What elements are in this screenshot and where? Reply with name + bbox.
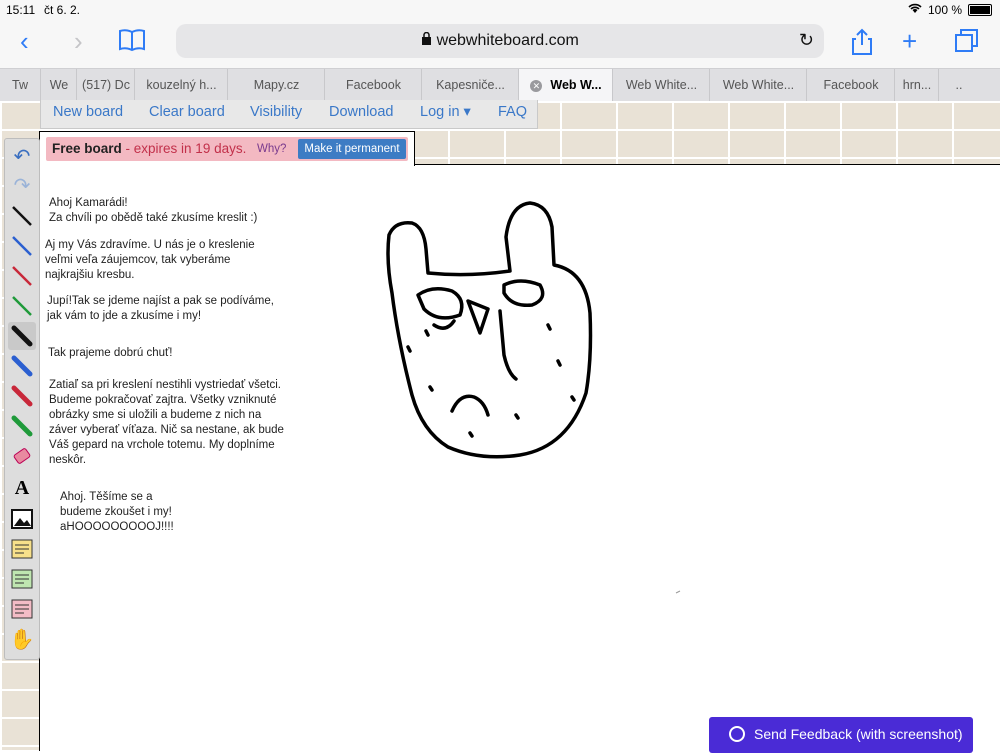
undo-icon[interactable]: ↶ [8,143,36,171]
feedback-icon [729,726,745,742]
expiry-text: - expires in 19 days. [121,141,247,156]
note-text[interactable]: Tak prajeme dobrú chuť! [48,346,173,361]
bookmarks-icon[interactable] [118,28,146,58]
tab-item[interactable]: Web White... [709,69,807,101]
tab-item[interactable]: Kapesniče... [421,69,519,101]
visibility-link[interactable]: Visibility [250,104,302,120]
tab-item[interactable]: kouzelný h... [134,69,228,101]
tab-item[interactable]: .. [938,69,979,101]
pink-sticky-note-icon[interactable] [8,595,36,623]
tab-strip: Tw We (517) Dc kouzelný h... Mapy.cz Fac… [0,68,1000,102]
green-marker-icon[interactable] [8,412,36,440]
wifi-icon [908,3,922,17]
faq-link[interactable]: FAQ [498,104,527,120]
download-link[interactable]: Download [329,104,394,120]
why-link[interactable]: Why? [257,143,286,155]
url-label: webwhiteboard.com [436,32,579,49]
forward-icon[interactable]: › [74,26,83,56]
status-bar: 15:11 čt 6. 2. 100 % [0,0,1000,20]
feedback-label: Send Feedback (with screenshot) [754,726,963,742]
green-sticky-note-icon[interactable] [8,565,36,593]
tab-item[interactable]: Mapy.cz [227,69,325,101]
address-bar[interactable]: webwhiteboard.com ↻ [176,24,824,58]
whiteboard-canvas[interactable]: Ahoj Kamarádi! Za chvíli po obědě také z… [39,164,1000,751]
green-pen-icon[interactable] [8,292,36,320]
board-menu: New board Clear board Visibility Downloa… [40,100,538,129]
tool-palette: ↶ ↷ A ✋ [4,138,40,660]
make-permanent-button[interactable]: Make it permanent [298,139,406,159]
image-tool-icon[interactable] [8,505,36,533]
new-tab-icon[interactable]: + [902,26,917,56]
back-icon[interactable]: ‹ [20,26,29,56]
black-pen-icon[interactable] [8,202,36,230]
tabs-overview-icon[interactable] [954,28,980,60]
tab-item[interactable]: Web White... [612,69,710,101]
lock-icon [421,31,436,49]
note-text[interactable]: Jupí!Tak se jdeme najíst a pak se podívá… [47,294,274,324]
new-board-link[interactable]: New board [53,104,123,120]
tab-item-active[interactable]: ✕ Web W... [518,69,613,101]
note-text[interactable]: Ahoj Kamarádi! Za chvíli po obědě také z… [49,196,257,226]
red-pen-icon[interactable] [8,262,36,290]
note-text[interactable]: Aj my Vás zdravíme. U nás je o kreslenie… [45,238,255,283]
blue-pen-icon[interactable] [8,232,36,260]
reload-icon[interactable]: ↻ [799,30,814,51]
share-icon[interactable] [850,28,874,62]
yellow-sticky-note-icon[interactable] [8,535,36,563]
status-date: čt 6. 2. [44,3,81,17]
send-feedback-button[interactable]: Send Feedback (with screenshot) [709,717,973,753]
free-board-title: Free board [52,141,122,156]
tab-item[interactable]: Facebook [324,69,422,101]
free-board-bar: Free board - expires in 19 days. Why? Ma… [39,131,415,166]
tab-item[interactable]: (517) Dc [76,69,135,101]
battery-percent: 100 % [927,3,962,17]
note-text[interactable]: Zatiaľ sa pri kreslení nestihli vystried… [49,378,284,468]
free-board-banner: Free board - expires in 19 days. Why? Ma… [46,137,408,161]
clear-board-link[interactable]: Clear board [149,104,225,120]
tab-item[interactable]: Tw [0,69,40,101]
black-marker-icon[interactable] [8,322,36,350]
eraser-icon[interactable] [8,442,36,470]
tab-item[interactable]: We [40,69,77,101]
hand-pan-icon[interactable]: ✋ [8,626,36,654]
battery-icon [968,4,992,16]
url-text: webwhiteboard.com [176,31,824,50]
red-marker-icon[interactable] [8,382,36,410]
redo-icon[interactable]: ↷ [8,172,36,200]
login-dropdown[interactable]: Log in ▾ [420,104,471,120]
text-tool-icon[interactable]: A [8,474,36,502]
tab-item[interactable]: hrn... [894,69,939,101]
blue-marker-icon[interactable] [8,352,36,380]
browser-toolbar: ‹ › webwhiteboard.com ↻ + [0,20,1000,68]
note-text[interactable]: Ahoj. Těšíme se a budeme zkoušet i my! a… [60,490,174,535]
tab-item[interactable]: Facebook [806,69,895,101]
status-time: 15:11 [6,3,36,17]
close-tab-icon[interactable]: ✕ [530,80,543,92]
